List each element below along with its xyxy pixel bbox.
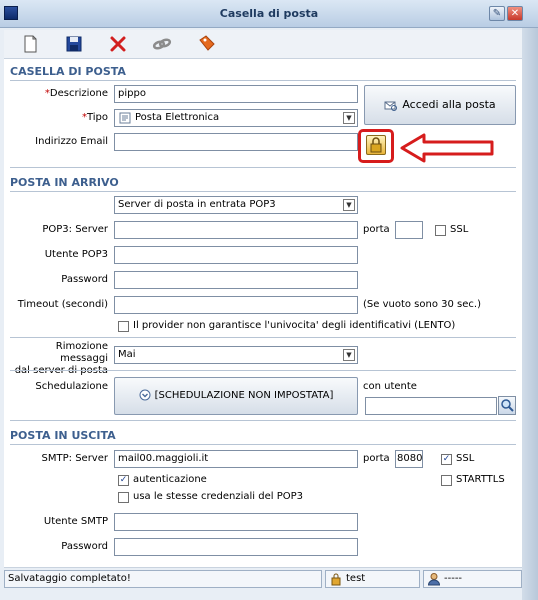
smtp-server-label: SMTP: Server [41, 453, 108, 464]
descrizione-label: *Descrizione [44, 88, 108, 99]
schedulazione-label: Schedulazione [35, 381, 108, 392]
utente-smtp-input[interactable] [114, 513, 358, 531]
status-message: Salvataggio completato! [4, 570, 322, 588]
form-content: CASELLA DI POSTA *Descrizione pippo *Tip… [4, 58, 522, 568]
chevron-down-icon: ▼ [343, 112, 355, 124]
section-divider [10, 444, 516, 445]
chevron-down-icon: ▼ [343, 349, 355, 361]
user-icon [427, 573, 441, 586]
smtp-porta-input[interactable]: 8080 [395, 450, 423, 468]
pop3-ssl-checkbox[interactable] [435, 225, 446, 236]
stesse-credenziali-checkbox[interactable] [118, 492, 129, 503]
lock-icon[interactable] [366, 135, 386, 155]
section-divider [10, 337, 516, 338]
rimozione-label: Rimozione messaggidal server di posta [15, 341, 108, 376]
schedulazione-button[interactable]: [SCHEDULAZIONE NON IMPOSTATA] [114, 377, 358, 415]
pop3-ssl-label: SSL [450, 224, 469, 235]
chevron-down-circle-icon [139, 389, 151, 401]
toolbar [4, 30, 522, 58]
pop3-porta-label: porta [363, 224, 390, 235]
password-pop3-input[interactable] [114, 271, 358, 289]
pop3-server-input[interactable] [114, 221, 358, 239]
password-smtp-input[interactable] [114, 538, 358, 556]
link-icon[interactable] [152, 34, 172, 54]
tipo-select[interactable]: Posta Elettronica ▼ [114, 109, 358, 127]
search-icon[interactable] [498, 396, 516, 415]
status-bar: Salvataggio completato! test ----- [4, 568, 522, 590]
status-user: test [325, 570, 420, 588]
provider-check-label: Il provider non garantisce l'univocita' … [133, 320, 456, 331]
autenticazione-label: autenticazione [133, 474, 207, 485]
chevron-down-icon: ▼ [343, 199, 355, 211]
delete-icon[interactable] [108, 34, 128, 54]
smtp-ssl-checkbox[interactable]: ✓ [441, 454, 452, 465]
starttls-label: STARTTLS [456, 474, 505, 485]
window-edge [522, 28, 538, 600]
timeout-input[interactable] [114, 296, 358, 314]
server-type-select[interactable]: Server di posta in entrata POP3 ▼ [114, 196, 358, 214]
section-divider [10, 167, 516, 168]
section-divider [10, 191, 516, 192]
mail-search-icon [384, 101, 398, 111]
pop3-server-label: POP3: Server [42, 224, 108, 235]
section-casella-header: CASELLA DI POSTA [10, 65, 126, 78]
timeout-note: (Se vuoto sono 30 sec.) [363, 299, 481, 310]
annotation-arrow [400, 133, 494, 163]
utente-pop3-input[interactable] [114, 246, 358, 264]
provider-checkbox[interactable] [118, 321, 129, 332]
descrizione-input[interactable]: pippo [114, 85, 358, 103]
smtp-server-input[interactable]: mail00.maggioli.it [114, 450, 358, 468]
close-button[interactable]: ✕ [507, 6, 523, 21]
section-arrivo-header: POSTA IN ARRIVO [10, 176, 119, 189]
section-uscita-header: POSTA IN USCITA [10, 429, 116, 442]
email-label: Indirizzo Email [35, 136, 108, 147]
email-input[interactable] [114, 133, 358, 151]
section-divider [10, 80, 516, 81]
pop3-porta-input[interactable] [395, 221, 423, 239]
password-smtp-label: Password [61, 541, 108, 552]
save-icon[interactable] [64, 34, 84, 54]
rimozione-select[interactable]: Mai ▼ [114, 346, 358, 364]
new-document-icon[interactable] [20, 34, 40, 54]
section-divider [10, 370, 516, 371]
smtp-ssl-label: SSL [456, 453, 475, 464]
starttls-checkbox[interactable] [441, 475, 452, 486]
utente-smtp-label: Utente SMTP [43, 516, 108, 527]
smtp-porta-label: porta [363, 453, 390, 464]
lock-user-icon [331, 573, 341, 586]
tipo-label: *Tipo [81, 112, 108, 123]
mail-dialog-window: Casella di posta ✎ ✕ CASELLA DI POSTA *D… [0, 0, 538, 600]
timeout-label: Timeout (secondi) [17, 299, 108, 310]
mail-type-icon [119, 112, 131, 124]
con-utente-label: con utente [363, 381, 417, 392]
accedi-posta-button[interactable]: Accedi alla posta [364, 85, 516, 125]
status-other: ----- [423, 570, 522, 588]
tag-icon[interactable] [197, 34, 217, 54]
password-pop3-label: Password [61, 274, 108, 285]
stesse-credenziali-label: usa le stesse credenziali del POP3 [133, 491, 304, 502]
title-bar: Casella di posta ✎ ✕ [0, 0, 538, 28]
utente-pop3-label: Utente POP3 [44, 249, 108, 260]
section-divider [10, 420, 516, 421]
minimize-button[interactable]: ✎ [489, 6, 505, 21]
autenticazione-checkbox[interactable]: ✓ [118, 475, 129, 486]
window-title: Casella di posta [219, 7, 319, 20]
con-utente-input[interactable] [365, 397, 497, 415]
